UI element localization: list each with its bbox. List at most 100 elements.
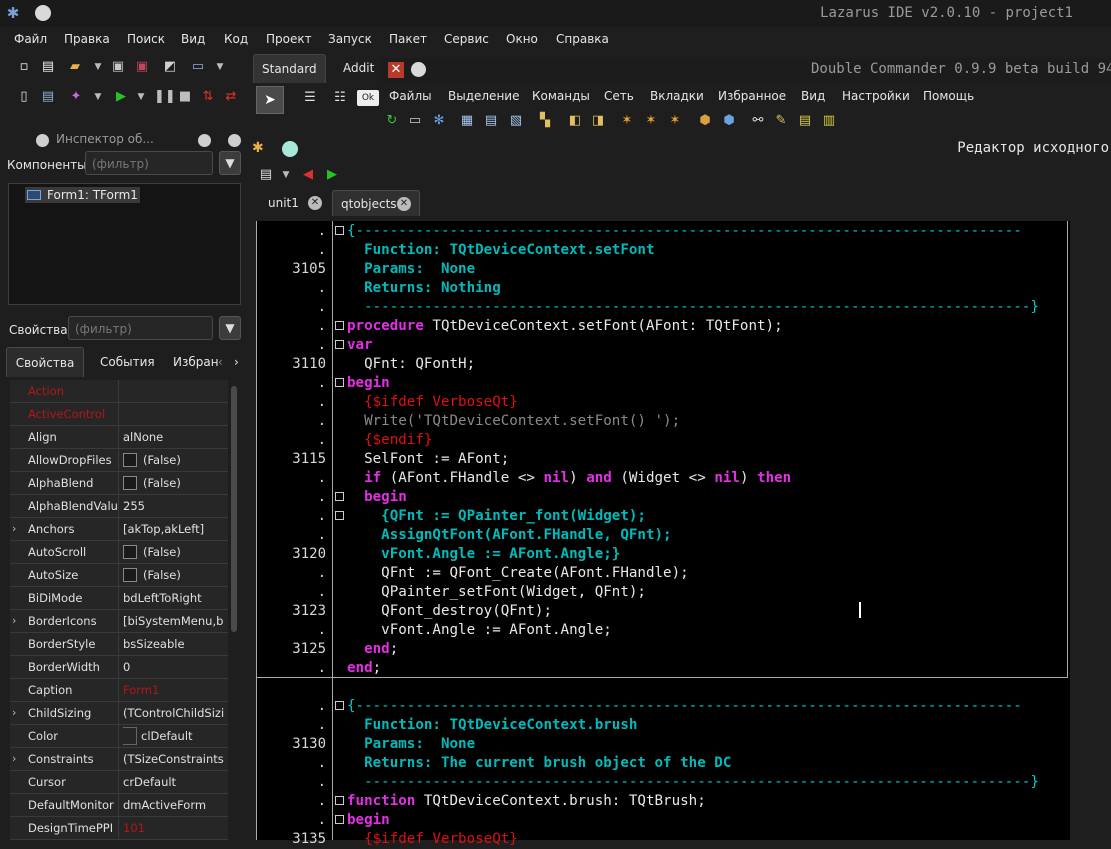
editor-menu-button[interactable]	[282, 141, 298, 157]
fold-toggle-icon[interactable]	[335, 492, 344, 501]
checkbox[interactable]	[123, 453, 137, 467]
property-row[interactable]: Action	[10, 380, 228, 403]
expand-icon[interactable]: ›	[12, 702, 24, 724]
dc-menu-favorites[interactable]: Избранное	[718, 86, 786, 106]
dc-menu-selection[interactable]: Выделение	[448, 86, 519, 106]
step-into-icon[interactable]: ⇅	[200, 89, 216, 105]
property-row[interactable]: AlphaBlendValu 255	[10, 495, 228, 518]
property-value[interactable]: dmActiveForm	[123, 794, 227, 816]
property-grid-scrollbar[interactable]	[231, 386, 237, 632]
dc-menu-commands[interactable]: Команды	[532, 86, 590, 106]
copy-left-icon[interactable]: ◧	[567, 113, 583, 129]
thumbnail-view-icon[interactable]: ▧	[508, 113, 524, 129]
checkbox[interactable]	[123, 568, 137, 582]
property-value[interactable]	[123, 403, 227, 425]
pointer-tool-icon[interactable]: ➤	[256, 86, 284, 114]
property-row[interactable]: › BorderIcons [biSystemMenu,b	[10, 610, 228, 633]
tree-view-icon[interactable]: ▚	[537, 113, 553, 129]
property-value[interactable]: (False)	[123, 472, 227, 494]
dc-window-menu-button[interactable]	[411, 62, 426, 77]
property-row[interactable]: BorderWidth 0	[10, 656, 228, 679]
jump-forward-icon[interactable]: ▶	[324, 167, 340, 183]
property-value[interactable]: bsSizeable	[123, 633, 227, 655]
fold-toggle-icon[interactable]	[335, 321, 344, 330]
view-forms-icon[interactable]: ▭	[190, 59, 206, 75]
property-row[interactable]: DefaultMonitor dmActiveForm	[10, 794, 228, 817]
property-value[interactable]: (False)	[123, 541, 227, 563]
filter-icon[interactable]: ▼	[219, 151, 241, 175]
expand-icon[interactable]: ›	[12, 610, 24, 632]
menu-help[interactable]: Справка	[556, 29, 609, 49]
tbutton-icon[interactable]: Ok	[357, 90, 379, 106]
menu-tools[interactable]: Сервис	[444, 29, 489, 49]
property-row[interactable]: BiDiMode bdLeftToRight	[10, 587, 228, 610]
lazarus-app-icon[interactable]: ✱	[4, 4, 22, 22]
double-commander-icon[interactable]: ✕	[388, 62, 404, 78]
property-value[interactable]: [biSystemMenu,b	[123, 610, 227, 632]
copy-right-icon[interactable]: ◨	[590, 113, 606, 129]
build-dropdown-icon[interactable]: ▼	[90, 89, 106, 105]
build-mode-icon[interactable]: ✦	[68, 89, 84, 105]
tab-additional[interactable]: Addit	[335, 54, 382, 82]
fold-toggle-icon[interactable]	[335, 226, 344, 235]
save-icon[interactable]: ▣	[110, 59, 126, 75]
filter-icon[interactable]: ▼	[219, 316, 241, 340]
property-value[interactable]: (False)	[123, 564, 227, 586]
property-value[interactable]: 0	[123, 656, 227, 678]
menu-project[interactable]: Проект	[266, 29, 312, 49]
notes-icon[interactable]: ▤	[797, 113, 813, 129]
jump-back-icon[interactable]: ◀	[300, 167, 316, 183]
brief-view-icon[interactable]: ▦	[459, 113, 475, 129]
dc-menu-network[interactable]: Сеть	[604, 86, 634, 106]
fold-toggle-icon[interactable]	[335, 340, 344, 349]
property-value[interactable]: bdLeftToRight	[123, 587, 227, 609]
expand-icon[interactable]: ›	[12, 748, 24, 770]
checkbox[interactable]	[123, 476, 137, 490]
dc-menu-files[interactable]: Файлы	[389, 86, 432, 106]
checkbox[interactable]	[123, 545, 137, 559]
fold-toggle-icon[interactable]	[335, 511, 344, 520]
menu-search[interactable]: Поиск	[127, 29, 165, 49]
components-filter-input[interactable]: (фильтр)	[85, 151, 213, 175]
property-row[interactable]: Cursor crDefault	[10, 771, 228, 794]
dc-menu-help[interactable]: Помощь	[923, 86, 974, 106]
dc-menu-settings[interactable]: Настройки	[842, 86, 910, 106]
lazarus-editor-icon[interactable]: ✱	[252, 140, 264, 156]
new-unit-icon[interactable]: ▫	[16, 59, 32, 75]
tree-node-form1[interactable]: Form1: TForm1	[25, 187, 140, 203]
view-units-icon[interactable]: ▯	[16, 89, 32, 105]
tab-properties[interactable]: Свойства	[6, 347, 84, 377]
unpack-icon[interactable]: ⬢	[721, 113, 737, 129]
tab-events[interactable]: События	[100, 347, 155, 377]
menu-run[interactable]: Запуск	[328, 29, 372, 49]
dc-menu-tabs[interactable]: Вкладки	[650, 86, 704, 106]
menu-view[interactable]: Вид	[181, 29, 205, 49]
property-value[interactable]: alNone	[123, 426, 227, 448]
full-view-icon[interactable]: ▤	[483, 113, 499, 129]
tab-unit1[interactable]: unit1	[268, 190, 299, 216]
property-value[interactable]	[123, 380, 227, 402]
fold-toggle-icon[interactable]	[335, 815, 344, 824]
fold-toggle-icon[interactable]	[335, 701, 344, 710]
oi-minimize-button[interactable]	[198, 134, 211, 147]
color-swatch[interactable]	[123, 727, 137, 745]
new-form-icon[interactable]: ▤	[40, 59, 56, 75]
property-row[interactable]: AllowDropFiles (False)	[10, 449, 228, 472]
property-row[interactable]: › Constraints (TSizeConstraints	[10, 748, 228, 771]
menu-edit[interactable]: Правка	[64, 29, 110, 49]
view-dropdown-icon[interactable]: ▼	[212, 59, 228, 75]
menu-code[interactable]: Код	[224, 29, 248, 49]
property-row[interactable]: Caption Form1	[10, 679, 228, 702]
menu-package[interactable]: Пакет	[389, 29, 427, 49]
property-value[interactable]: 255	[123, 495, 227, 517]
fold-toggle-icon[interactable]	[335, 796, 344, 805]
tab-qtobjects[interactable]: qtobjects ✕	[332, 190, 420, 216]
oi-menu-button[interactable]	[36, 134, 49, 147]
property-row[interactable]: Color clDefault	[10, 725, 228, 748]
sync-dirs-icon[interactable]: ✶	[667, 113, 683, 129]
tmainmenu-icon[interactable]: ☰	[302, 90, 318, 106]
step-over-icon[interactable]: ⇄	[223, 89, 239, 105]
property-value[interactable]: clDefault	[123, 725, 227, 747]
tpopupmenu-icon[interactable]: ☷	[332, 90, 348, 106]
property-row[interactable]: ActiveControl	[10, 403, 228, 426]
